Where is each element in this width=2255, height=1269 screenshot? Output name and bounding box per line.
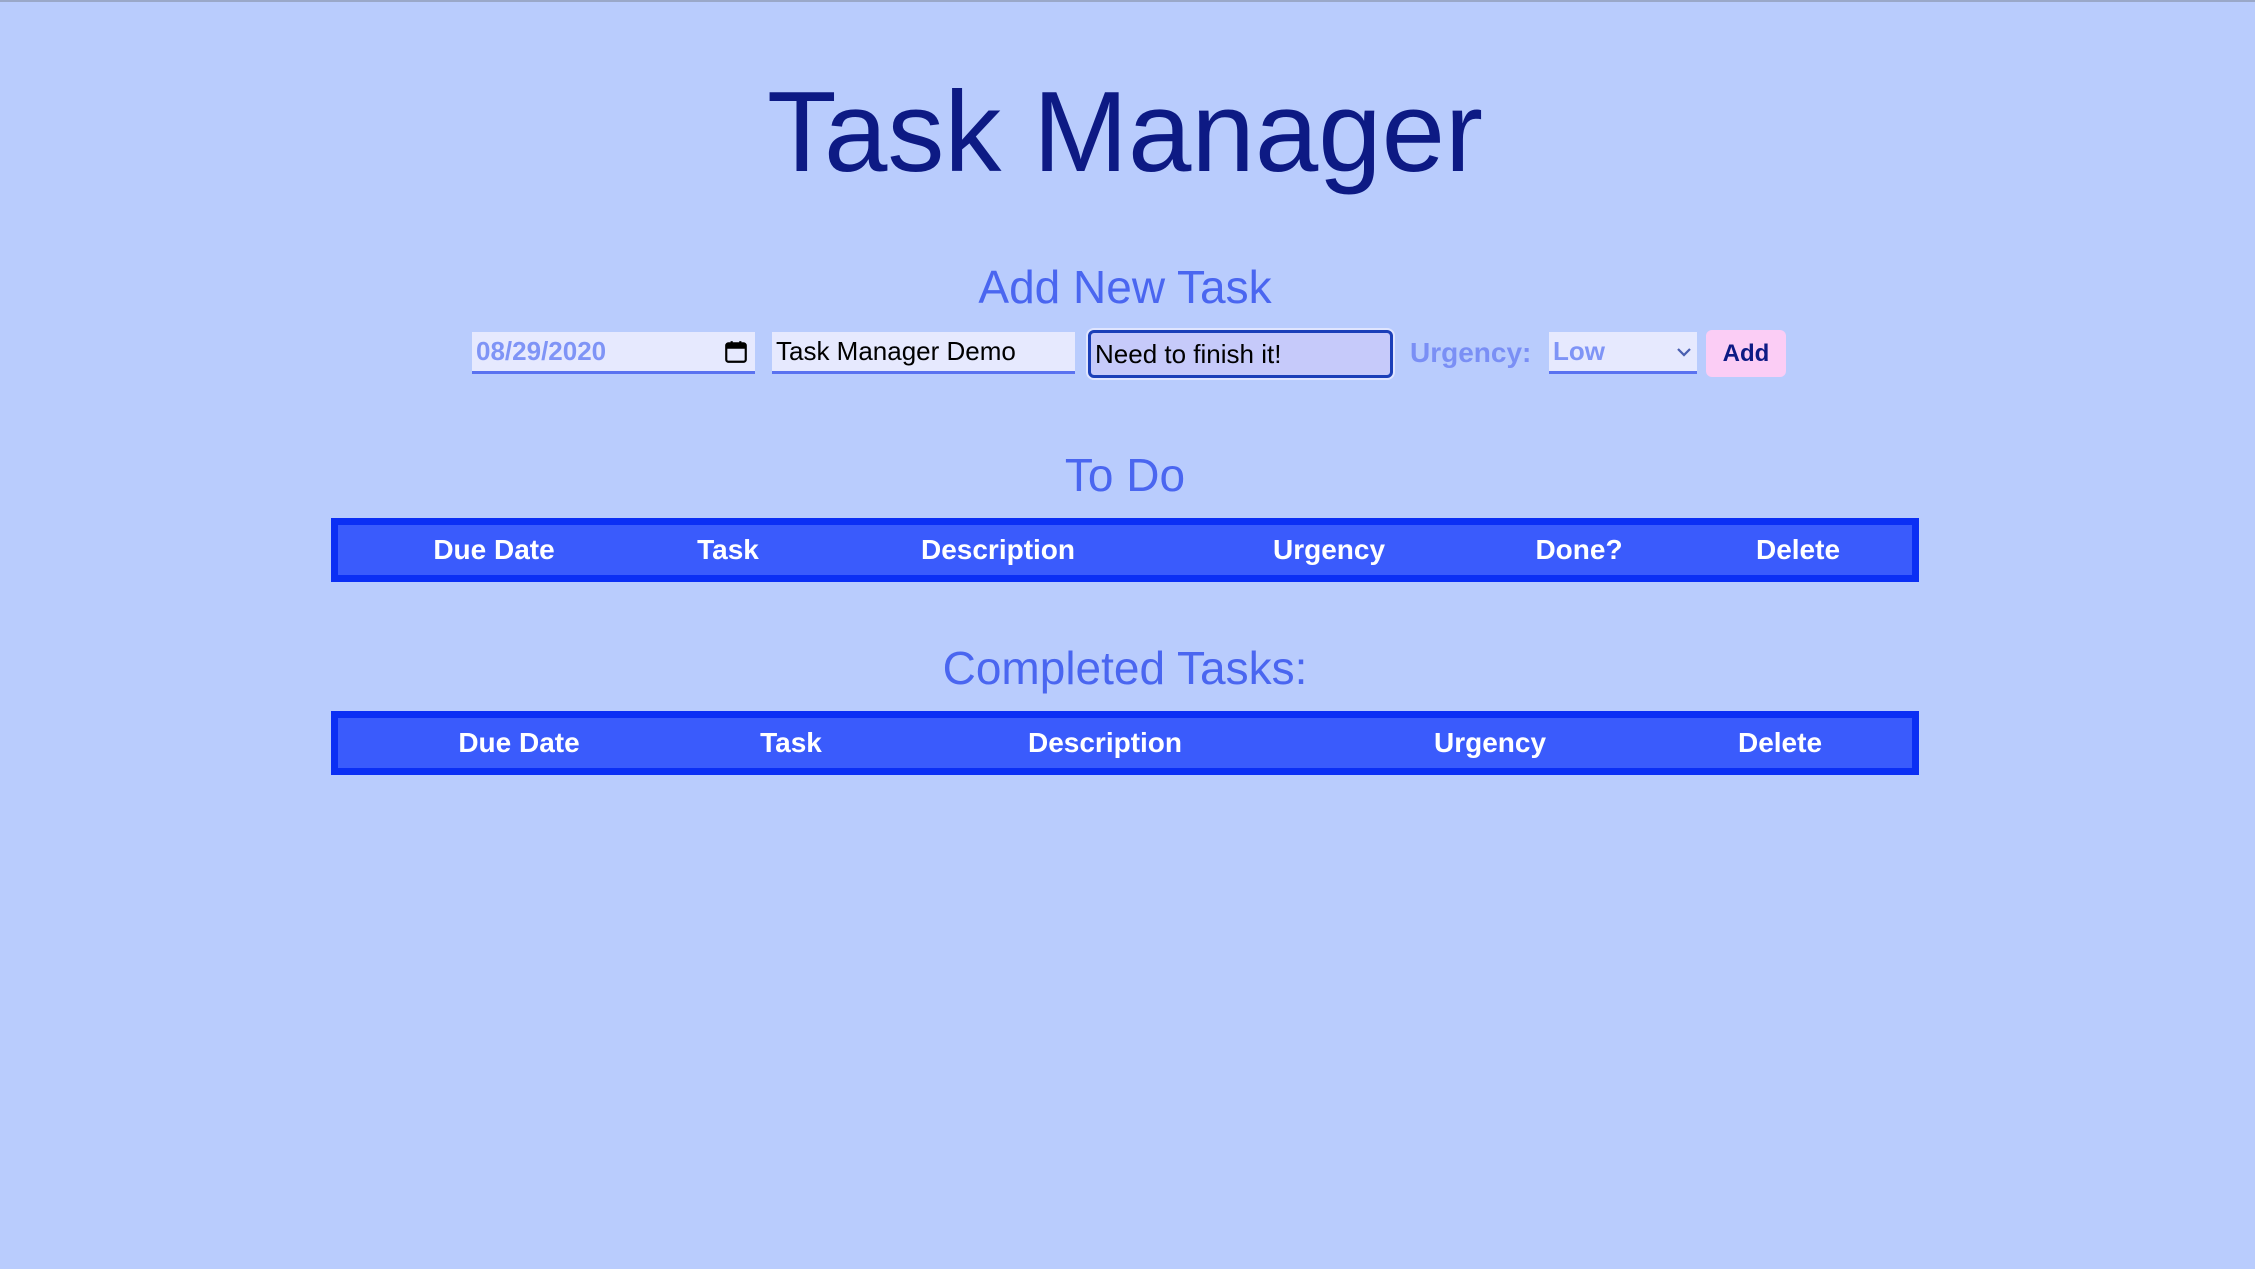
todo-col-done: Done?: [1535, 534, 1623, 565]
completed-col-task: Task: [760, 727, 822, 758]
add-task-form: 08/29/2020 Urgency: Low Add: [0, 330, 2255, 380]
completed-col-delete: Delete: [1737, 727, 1823, 758]
todo-heading: To Do: [1064, 449, 1186, 501]
add-task-heading: Add New Task: [978, 261, 1272, 313]
add-button[interactable]: Add: [1706, 330, 1786, 377]
completed-col-urgency: Urgency: [1433, 727, 1547, 758]
todo-col-delete: Delete: [1755, 534, 1841, 565]
completed-heading: Completed Tasks:: [942, 642, 1308, 694]
urgency-label: Urgency:: [1410, 337, 1532, 368]
due-date-input[interactable]: 08/29/2020: [472, 332, 755, 374]
calendar-icon[interactable]: [723, 339, 749, 365]
todo-col-urgency: Urgency: [1272, 534, 1386, 565]
due-date-value: 08/29/2020: [476, 336, 607, 366]
todo-table-header: Due Date Task Description Urgency Done? …: [331, 518, 1919, 582]
page-title: Task Manager: [766, 69, 1483, 196]
task-name-input[interactable]: [772, 332, 1075, 374]
todo-col-description: Description: [920, 534, 1076, 565]
todo-col-due-date: Due Date: [433, 534, 555, 565]
chevron-down-icon: [1677, 347, 1691, 357]
description-input[interactable]: [1088, 330, 1393, 378]
urgency-selected-value: Low: [1553, 336, 1605, 366]
completed-col-due-date: Due Date: [458, 727, 580, 758]
urgency-select[interactable]: Low: [1549, 332, 1697, 374]
completed-col-description: Description: [1027, 727, 1183, 758]
todo-col-task: Task: [697, 534, 759, 565]
completed-table-header: Due Date Task Description Urgency Delete: [331, 711, 1919, 775]
